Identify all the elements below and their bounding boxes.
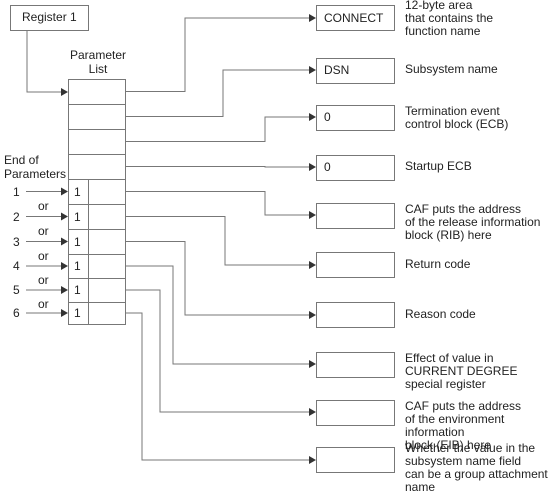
description-line: of the environment information: [405, 412, 505, 439]
arrowhead-icon: [309, 261, 316, 269]
label-line: Parameters: [4, 167, 67, 181]
description-line: Return code: [405, 257, 471, 271]
target-description: Subsystem name: [405, 63, 498, 76]
connector-line: [125, 241, 310, 316]
connector-line: [125, 69, 310, 117]
connector-line: [125, 17, 310, 92]
or-label: or: [38, 224, 49, 238]
target-box: [316, 352, 395, 378]
arrowhead-icon: [61, 212, 68, 221]
target-box: [316, 447, 395, 473]
description-line: block (RIB) here: [405, 228, 492, 242]
arrowhead-icon: [61, 309, 68, 317]
target-value: 0: [324, 110, 331, 124]
label-line: List: [88, 62, 108, 76]
arrowhead-icon: [309, 113, 316, 121]
end-marker-value: 1: [74, 209, 81, 224]
description-line: Startup ECB: [405, 159, 472, 173]
or-label: or: [38, 297, 49, 311]
arrowhead-icon: [309, 360, 316, 368]
or-label: or: [38, 199, 49, 213]
parameter-list-label: Parameter List: [68, 48, 128, 76]
description-line: function name: [405, 24, 481, 38]
arrowhead-icon: [309, 211, 316, 219]
target-description: Effect of value in CURRENT DEGREE special …: [405, 352, 517, 391]
connector-line: [125, 289, 310, 413]
arrowhead-icon: [61, 187, 68, 196]
end-marker-value: 1: [74, 283, 81, 297]
register-pointer-line: [26, 30, 66, 93]
end-marker-value: 1: [74, 306, 81, 320]
connector-line: [125, 191, 310, 216]
connector-line: [125, 166, 310, 168]
target-value: CONNECT: [324, 11, 384, 25]
description-line: special register: [405, 377, 486, 391]
target-description: Reason code: [405, 308, 476, 321]
parameter-count-label: 6: [13, 306, 20, 320]
parameter-count-label: 2: [13, 209, 20, 224]
target-box: [316, 252, 395, 278]
arrowhead-icon: [309, 408, 316, 416]
connector-line: [125, 216, 310, 266]
end-marker-value: 1: [74, 259, 81, 273]
arrowhead-icon: [309, 14, 316, 22]
description-line: Subsystem name: [405, 62, 498, 76]
target-box: [316, 203, 395, 229]
or-label: or: [38, 249, 49, 263]
caf-connect-parameter-diagram: Register 1 Parameter List End of Paramet…: [0, 0, 559, 500]
end-of-parameters-label: End of Parameters: [4, 153, 66, 181]
register-1-label: Register 1: [22, 10, 77, 24]
end-marker-value: 1: [74, 234, 81, 249]
target-description: CAF puts the address of the release infor…: [405, 203, 540, 242]
target-value: 0: [324, 160, 331, 174]
target-value: DSN: [324, 63, 350, 77]
connector-line: [125, 116, 310, 142]
arrowhead-icon: [309, 66, 316, 74]
arrowhead-icon: [61, 237, 68, 246]
parameter-count-label: 4: [13, 259, 20, 273]
description-line: control block (ECB): [405, 117, 509, 131]
arrowhead-icon: [61, 88, 68, 96]
target-box: [316, 400, 395, 426]
connector-line: [125, 312, 310, 461]
parameter-count-label: 5: [13, 283, 20, 297]
target-description: 12-byte area that contains the function na…: [405, 0, 493, 38]
target-description: Termination event control block (ECB): [405, 105, 508, 131]
target-description: Whether the value in the subsystem name f…: [405, 442, 548, 494]
arrowhead-icon: [309, 163, 316, 171]
parameter-count-label: 3: [13, 234, 20, 249]
target-description: Return code: [405, 258, 470, 271]
parameter-count-label: 1: [13, 184, 20, 199]
arrowhead-icon: [61, 262, 68, 270]
arrowhead-icon: [309, 311, 316, 319]
arrowhead-icon: [309, 456, 316, 464]
target-description: Startup ECB: [405, 160, 472, 173]
description-line: name: [405, 480, 436, 494]
target-box: [316, 302, 395, 328]
description-line: Reason code: [405, 307, 476, 321]
arrowhead-icon: [61, 286, 68, 294]
label-line: Parameter: [69, 48, 127, 62]
or-label: or: [38, 273, 49, 287]
end-marker-value: 1: [74, 184, 81, 199]
label-line: End of: [4, 153, 39, 167]
